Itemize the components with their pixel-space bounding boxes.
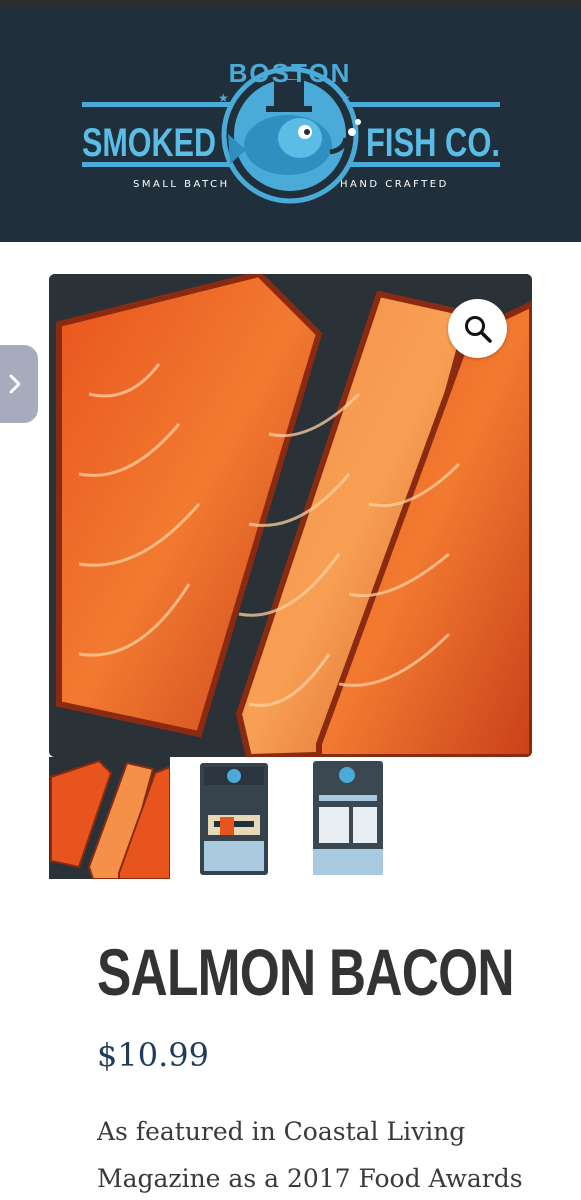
chevron-right-icon [9, 374, 21, 394]
site-header: ★ ★ BOSTON SMOKED FISH CO. SMALL BATCH H… [0, 10, 581, 242]
product-price: $10.99 [97, 1036, 209, 1074]
thumb-package-front[interactable] [178, 757, 299, 879]
thumb-salmon-fillets[interactable] [49, 757, 170, 879]
logo-left-word: SMOKED [82, 121, 216, 165]
status-bar-strip [0, 0, 581, 10]
brand-logo[interactable]: ★ ★ BOSTON SMOKED FISH CO. SMALL BATCH H… [0, 10, 581, 242]
product-title: SALMON BACON [97, 935, 515, 1009]
logo-right-word: FISH CO. [366, 121, 500, 165]
svg-text:★: ★ [340, 91, 351, 105]
logo-top-word: BOSTON [229, 58, 352, 88]
side-drawer-toggle[interactable] [0, 345, 38, 423]
product-description: As featured in Coastal Living Magazine a… [97, 1117, 523, 1193]
thumb-package-back[interactable] [297, 757, 418, 879]
magnifier-icon [464, 315, 492, 343]
thumbnail-strip [49, 757, 532, 879]
logo-tagline-left: SMALL BATCH [133, 179, 230, 190]
svg-text:★: ★ [218, 91, 229, 105]
zoom-button[interactable] [448, 299, 507, 358]
logo-tagline-right: HAND CRAFTED [340, 179, 449, 190]
